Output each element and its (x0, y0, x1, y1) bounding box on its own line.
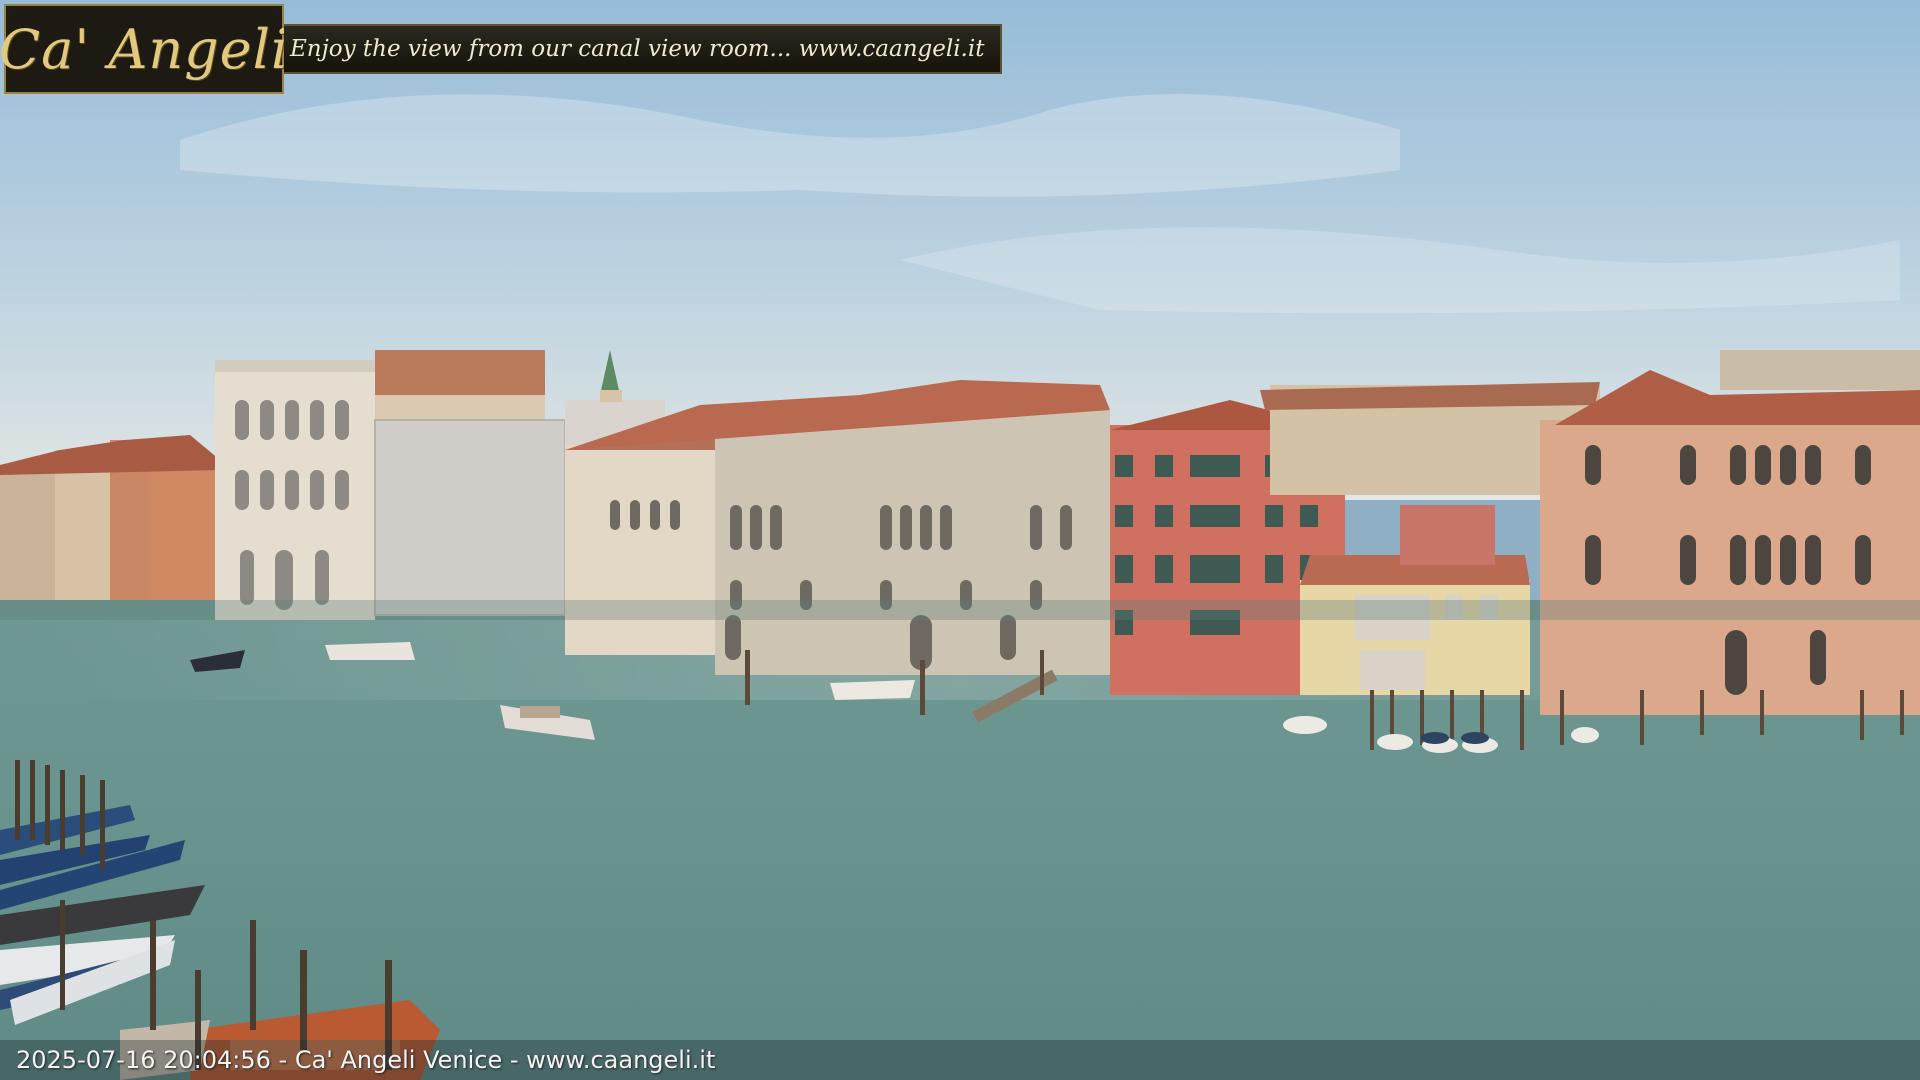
scaffolding (375, 420, 565, 615)
yellow-house (1300, 555, 1530, 695)
orange-palazzo (1540, 350, 1920, 715)
ca-angeli-logo[interactable]: Ca' Angeli (0, 4, 288, 94)
timestamp-bar: 2025-07-16 20:04:56 - Ca' Angeli Venice … (0, 1040, 1920, 1080)
buildings-far-left (0, 435, 220, 600)
webcam-view: Ca' Angeli Enjoy the view from our canal… (0, 0, 1920, 1080)
timestamp-text: 2025-07-16 20:04:56 - Ca' Angeli Venice … (16, 1046, 716, 1074)
tagline-text: Enjoy the view from our canal view room.… (290, 36, 985, 62)
logo-text: Ca' Angeli (0, 17, 290, 81)
motorboat (830, 680, 915, 700)
hotel-banner: Ca' Angeli Enjoy the view from our canal… (0, 4, 1003, 96)
cream-palazzo (565, 380, 1110, 675)
tagline-bar[interactable]: Enjoy the view from our canal view room.… (284, 24, 1003, 74)
grand-canal-scene (0, 0, 1920, 1080)
motorboat (325, 642, 415, 660)
